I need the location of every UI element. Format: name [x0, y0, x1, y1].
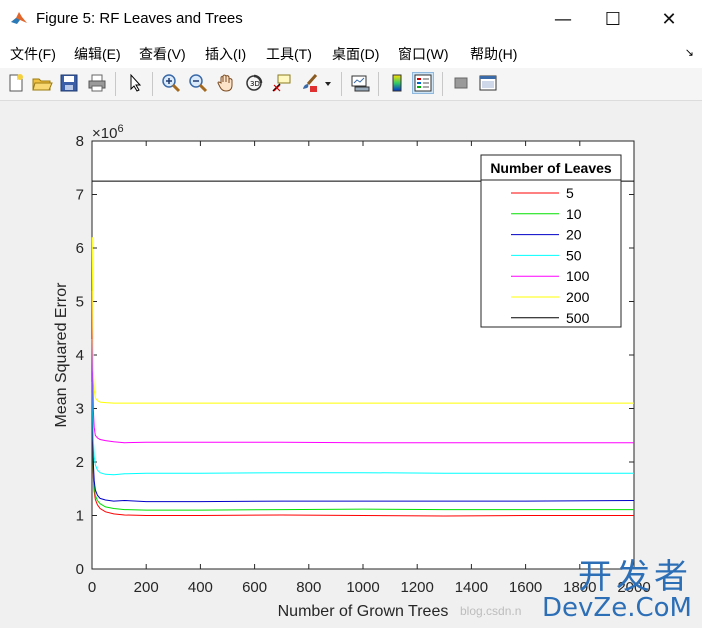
x-tick-label: 1400 [455, 579, 488, 596]
menu-view[interactable]: 查看(V) [139, 44, 186, 64]
x-tick-label: 1000 [346, 579, 379, 596]
y-tick-label: 3 [76, 401, 84, 418]
site-watermark: 开发者 DevZe.CoM [542, 560, 692, 622]
close-button[interactable]: ✕ [646, 0, 692, 38]
maximize-button[interactable]: ☐ [590, 0, 636, 38]
rotate-3d-icon[interactable]: 3D [243, 72, 265, 94]
x-tick-label: 400 [188, 579, 213, 596]
menu-insert[interactable]: 插入(I) [205, 44, 246, 64]
dropdown-arrow-icon[interactable] [322, 72, 334, 94]
legend-label-20: 20 [566, 227, 582, 243]
y-tick-label: 4 [76, 347, 84, 364]
menu-desktop[interactable]: 桌面(D) [332, 44, 379, 64]
colorbar-icon[interactable] [386, 72, 408, 94]
legend-label-500: 500 [566, 310, 590, 326]
y-tick-label: 6 [76, 240, 84, 257]
x-tick-label: 200 [134, 579, 159, 596]
menu-overflow-icon[interactable]: ↘ [685, 46, 694, 59]
toolbar-separator [378, 72, 379, 96]
toolbar: 3D [0, 68, 702, 101]
menu-help[interactable]: 帮助(H) [470, 44, 517, 64]
x-tick-label: 1600 [509, 579, 542, 596]
toolbar-separator [341, 72, 342, 96]
minimize-button[interactable]: — [540, 0, 586, 38]
menu-file[interactable]: 文件(F) [10, 44, 56, 64]
csdn-watermark: blog.csdn.n [460, 604, 522, 618]
legend-title: Number of Leaves [490, 160, 612, 176]
y-tick-label: 2 [76, 454, 84, 471]
menu-tools[interactable]: 工具(T) [266, 44, 312, 64]
brush-icon[interactable] [298, 72, 320, 94]
print-icon[interactable] [86, 72, 108, 94]
line-chart: 0 200 400 600 800 1000 1200 1400 1600 1800 2000012… [53, 123, 651, 620]
watermark-en: DevZe.CoM [542, 593, 692, 623]
data-cursor-icon[interactable] [270, 72, 292, 94]
legend-icon [414, 74, 432, 92]
toolbar-separator [442, 72, 443, 96]
x-axis-label: Number of Grown Trees [278, 603, 449, 620]
legend-label-50: 50 [566, 247, 582, 263]
x-tick-label: 0 [88, 579, 96, 596]
y-axis-label: Mean Squared Error [53, 282, 70, 428]
title-bar: Figure 5: RF Leaves and Trees — ☐ ✕ [0, 0, 702, 38]
menu-edit[interactable]: 编辑(E) [74, 44, 121, 64]
hide-plot-tools-icon[interactable] [450, 72, 472, 94]
x-tick-label: 1200 [401, 579, 434, 596]
legend-label-10: 10 [566, 206, 582, 222]
zoom-in-icon[interactable] [160, 72, 182, 94]
pan-hand-icon[interactable] [215, 72, 237, 94]
menu-bar: 文件(F) 编辑(E) 查看(V) 插入(I) 工具(T) 桌面(D) 窗口(W… [0, 38, 702, 68]
x-tick-label: 600 [242, 579, 267, 596]
legend[interactable]: Number of Leaves 5 10 20 50 100 200 500 [480, 154, 622, 328]
legend-toggle[interactable] [412, 72, 434, 94]
save-icon[interactable] [58, 72, 80, 94]
pointer-icon[interactable] [124, 72, 146, 94]
y-exponent-label: ×106 [92, 123, 124, 142]
matlab-logo-icon [10, 9, 28, 27]
zoom-out-icon[interactable] [187, 72, 209, 94]
close-icon: ✕ [661, 8, 677, 30]
menu-window[interactable]: 窗口(W) [398, 44, 449, 64]
watermark-cn: 开发者 [578, 557, 692, 597]
y-tick-label: 0 [76, 561, 84, 578]
y-tick-label: 7 [76, 187, 84, 204]
minimize-icon: — [554, 8, 572, 30]
link-plot-icon[interactable] [349, 72, 371, 94]
maximize-icon: ☐ [604, 8, 622, 30]
toolbar-separator [115, 72, 116, 96]
svg-text:3D: 3D [250, 80, 260, 88]
toolbar-separator [152, 72, 153, 96]
figure-canvas: 0 200 400 600 800 1000 1200 1400 1600 1800 2000 0 1 2… [0, 101, 702, 628]
open-file-icon[interactable] [31, 72, 53, 94]
show-plot-tools-icon[interactable] [477, 72, 499, 94]
legend-label-100: 100 [566, 268, 590, 284]
legend-label-200: 200 [566, 289, 590, 305]
x-tick-label: 800 [296, 579, 321, 596]
new-figure-icon[interactable] [5, 72, 27, 94]
window-title: Figure 5: RF Leaves and Trees [36, 10, 243, 27]
legend-label-5: 5 [566, 185, 574, 201]
y-tick-label: 5 [76, 294, 84, 311]
y-tick-label: 8 [76, 133, 84, 150]
y-tick-label: 1 [76, 508, 84, 525]
